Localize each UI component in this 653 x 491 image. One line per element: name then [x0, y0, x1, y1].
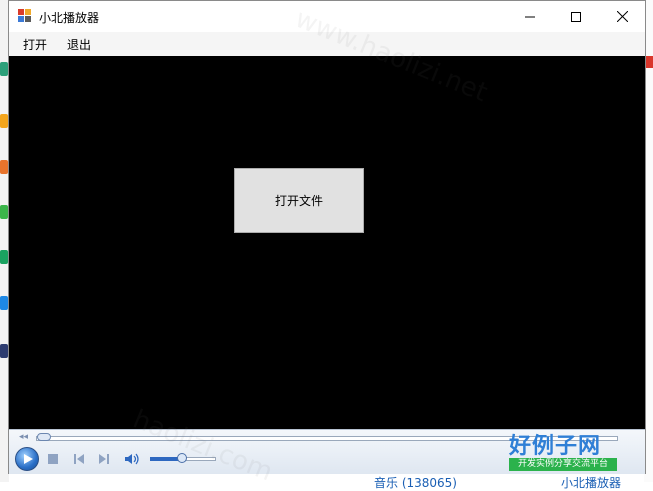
previous-icon[interactable] [73, 453, 85, 465]
volume-icon[interactable] [124, 453, 140, 465]
background-red-badge [646, 56, 653, 68]
background-link-text: 小北播放器 [561, 476, 622, 490]
app-icon [18, 9, 32, 23]
desktop-app-icon [0, 296, 8, 310]
site-watermark: 好例子网 开发实例分享交流平台 [509, 430, 627, 472]
minimize-icon [525, 16, 535, 17]
background-link-text: 音乐 (138065) [374, 476, 457, 490]
watermark-subtitle: 开发实例分享交流平台 [509, 458, 617, 471]
desktop-app-icon [0, 114, 8, 128]
play-button[interactable] [15, 447, 39, 471]
menu-item-open[interactable]: 打开 [21, 36, 49, 53]
seek-back-icon: ◂◂ [19, 432, 29, 442]
desktop-app-icon [0, 250, 8, 264]
close-icon [616, 11, 628, 22]
window-title: 小北播放器 [39, 11, 100, 25]
close-button[interactable] [599, 1, 645, 32]
next-icon[interactable] [98, 453, 110, 465]
seek-handle[interactable] [37, 433, 51, 441]
desktop-app-icon [0, 205, 8, 219]
desktop-app-icon [0, 62, 8, 76]
desktop-app-icon [0, 344, 8, 358]
video-area[interactable]: 打开文件 [9, 56, 645, 429]
desktop-app-icon [0, 160, 8, 174]
stop-icon[interactable] [47, 453, 59, 465]
menu-item-exit[interactable]: 退出 [65, 36, 93, 53]
watermark-title: 好例子网 [509, 433, 602, 459]
minimize-button[interactable] [507, 1, 553, 32]
player-window: 小北播放器 打开 退出 打开文件 ◂◂ www.haolizi.net haol… [8, 0, 646, 488]
maximize-button[interactable] [553, 1, 599, 32]
open-file-button[interactable]: 打开文件 [234, 168, 364, 233]
maximize-icon [571, 11, 581, 22]
